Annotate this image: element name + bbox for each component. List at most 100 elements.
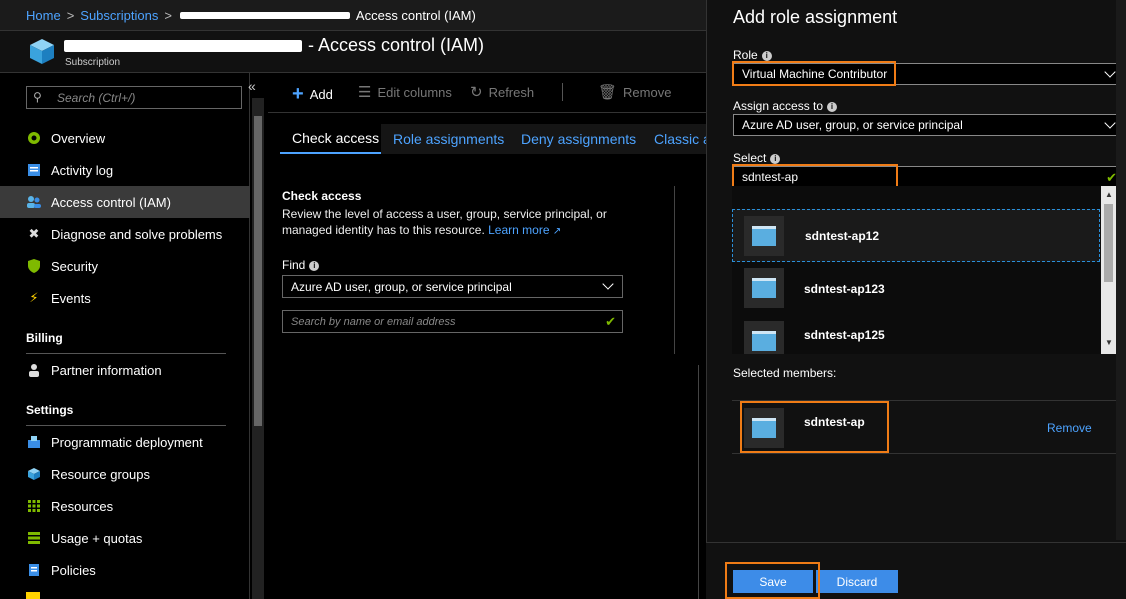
sidebar-item-events[interactable]: ⚡ Events xyxy=(0,282,250,314)
grid-icon xyxy=(26,498,42,514)
sidebar-item-label: Activity log xyxy=(51,162,114,178)
sidebar-item-label: Programmatic deployment xyxy=(51,434,203,450)
sidebar-scrollbar[interactable] xyxy=(252,98,264,599)
add-button-label: Add xyxy=(309,87,333,102)
redacted-title xyxy=(64,40,302,52)
chevron-down-icon xyxy=(1104,117,1116,129)
list-item[interactable]: sdntest-ap125 xyxy=(732,315,1100,354)
learn-more-link[interactable]: Learn more ↗ xyxy=(488,223,561,237)
columns-icon: ☰ xyxy=(358,84,372,101)
sidebar-item-label: Policies xyxy=(51,562,96,578)
sidebar-item-resources[interactable]: Resources xyxy=(0,490,250,522)
search-name-placeholder: Search by name or email address xyxy=(291,316,456,328)
find-dropdown-value: Azure AD user, group, or service princip… xyxy=(291,280,512,294)
remove-button[interactable]: 🗑 Remove xyxy=(598,83,671,101)
sidebar-item-label: Events xyxy=(51,290,91,306)
select-label: Select i xyxy=(733,151,781,165)
scroll-down-icon[interactable]: ▼ xyxy=(1105,338,1113,347)
sidebar-item-programmatic-deployment[interactable]: Programmatic deployment xyxy=(0,426,250,458)
sidebar-heading-billing: Billing xyxy=(26,331,63,345)
results-scrollbar-thumb[interactable] xyxy=(1104,204,1113,282)
check-access-panel: Check access Review the level of access … xyxy=(268,154,674,599)
breadcrumb-home-link[interactable]: Home xyxy=(26,8,61,23)
sidebar-item-diagnose[interactable]: ✖ Diagnose and solve problems xyxy=(0,218,250,250)
role-label: Role i xyxy=(733,48,772,62)
breadcrumb: Home > Subscriptions > Access control (I… xyxy=(0,0,706,31)
results-scrollbar[interactable]: ▲ ▼ xyxy=(1101,186,1116,354)
wrench-icon: ✖ xyxy=(28,226,40,241)
find-dropdown[interactable]: Azure AD user, group, or service princip… xyxy=(282,275,623,298)
sidebar-item-partner-information[interactable]: Partner information xyxy=(0,354,250,386)
sidebar-item-iam[interactable]: Access control (IAM) xyxy=(0,186,250,218)
breadcrumb-current: Access control (IAM) xyxy=(355,7,476,23)
selected-members-label: Selected members: xyxy=(733,366,837,380)
sidebar-item-label: Resources xyxy=(51,498,114,514)
redacted-text xyxy=(179,11,350,19)
collapse-sidebar-button[interactable]: « xyxy=(248,78,256,94)
breadcrumb-subscriptions-link[interactable]: Subscriptions xyxy=(80,8,158,23)
toolbar-divider xyxy=(562,83,563,101)
highlight-box xyxy=(740,401,889,453)
next-item-icon xyxy=(26,592,40,599)
iam-icon xyxy=(26,194,42,210)
cube-icon xyxy=(26,466,42,482)
tab-check-access[interactable]: Check access xyxy=(280,124,392,154)
sidebar-search-input[interactable]: ⚲ Search (Ctrl+/) xyxy=(26,86,242,109)
check-access-heading: Check access xyxy=(282,189,362,203)
role-label-text: Role xyxy=(733,48,758,62)
lightning-icon: ⚡ xyxy=(29,290,39,305)
command-bar: + Add ☰ Edit columns ↻ Refresh 🗑 Remove xyxy=(268,73,706,113)
virtual-machine-icon xyxy=(744,216,784,256)
sidebar-item-security[interactable]: Security xyxy=(0,250,250,282)
list-item[interactable]: sdntest-ap12 xyxy=(732,209,1100,262)
highlight-box xyxy=(732,61,896,86)
sidebar-item-activity-log[interactable]: Activity log xyxy=(0,154,250,186)
sidebar-item-label: Security xyxy=(51,258,98,274)
blade-scrollbar[interactable] xyxy=(1116,0,1126,540)
info-icon: i xyxy=(770,154,781,164)
assign-access-dropdown[interactable]: Azure AD user, group, or service princip… xyxy=(733,114,1123,136)
panel-divider xyxy=(674,186,675,354)
sidebar-item-label: Partner information xyxy=(51,362,162,378)
tab-classic-administrators[interactable]: Classic a xyxy=(642,124,706,154)
virtual-machine-icon xyxy=(744,268,784,308)
chevron-down-icon xyxy=(602,278,614,290)
sidebar-item-label: Usage + quotas xyxy=(51,530,143,546)
search-name-input[interactable]: Search by name or email address ✔ xyxy=(282,310,623,333)
refresh-icon: ↻ xyxy=(470,84,483,101)
tab-deny-assignments[interactable]: Deny assignments xyxy=(509,124,649,154)
panel-divider xyxy=(698,365,699,540)
refresh-label: Refresh xyxy=(488,84,535,100)
overview-icon xyxy=(26,130,42,146)
highlight-box xyxy=(725,562,820,599)
sidebar-item-overview[interactable]: Overview xyxy=(0,122,250,154)
remove-member-link[interactable]: Remove xyxy=(1047,421,1092,435)
trash-icon: 🗑 xyxy=(598,84,618,101)
remove-label: Remove xyxy=(623,84,672,100)
result-name: sdntest-ap123 xyxy=(804,281,885,296)
edit-columns-label: Edit columns xyxy=(377,84,452,100)
add-button[interactable]: + Add xyxy=(292,83,333,106)
chevron-down-icon xyxy=(1104,66,1116,78)
search-results-list: sdntest-ap12 sdntest-ap123 sdntest-ap125 xyxy=(732,186,1116,354)
discard-button[interactable]: Discard xyxy=(816,570,898,593)
sidebar-item-usage-quotas[interactable]: Usage + quotas xyxy=(0,522,250,554)
assign-access-label: Assign access to i xyxy=(733,99,838,113)
breadcrumb-separator: > xyxy=(164,7,172,23)
sidebar-item-resource-groups[interactable]: Resource groups xyxy=(0,458,250,490)
list-item[interactable]: sdntest-ap123 xyxy=(732,262,1100,315)
plus-icon: + xyxy=(292,83,304,105)
find-label: Find i xyxy=(282,258,320,272)
scroll-up-icon[interactable]: ▲ xyxy=(1105,190,1113,199)
sidebar-item-policies[interactable]: Policies xyxy=(0,554,250,586)
virtual-machine-icon xyxy=(744,321,784,354)
refresh-button[interactable]: ↻ Refresh xyxy=(470,83,534,101)
edit-columns-button[interactable]: ☰ Edit columns xyxy=(358,83,452,101)
external-link-icon: ↗ xyxy=(552,226,562,237)
sidebar-scrollbar-thumb[interactable] xyxy=(254,116,262,426)
info-icon: i xyxy=(309,261,320,271)
sidebar-item-label: Diagnose and solve problems xyxy=(51,226,223,242)
result-name: sdntest-ap125 xyxy=(804,328,885,342)
tab-role-assignments[interactable]: Role assignments xyxy=(381,124,517,154)
find-label-text: Find xyxy=(282,258,306,272)
